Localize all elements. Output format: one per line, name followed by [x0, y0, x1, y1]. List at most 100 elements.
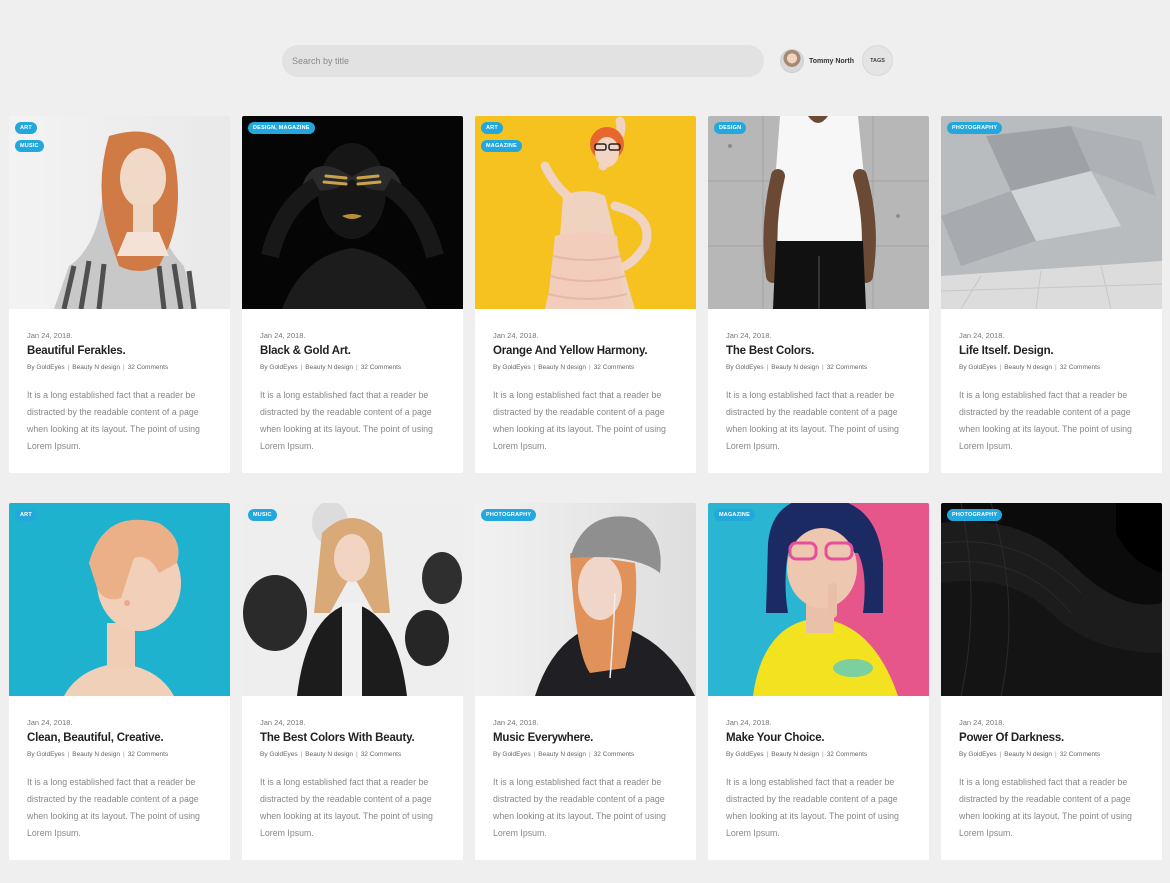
post-author[interactable]: By GoldEyes [726, 364, 764, 371]
post-title[interactable]: Clean, Beautiful, Creative. [27, 732, 164, 744]
post-title[interactable]: Orange And Yellow Harmony. [493, 345, 648, 357]
tag-badge[interactable]: ART [481, 122, 503, 134]
post-category[interactable]: Beauty N design [1004, 364, 1052, 371]
post-title[interactable]: Make Your Choice. [726, 732, 825, 744]
tag-badge[interactable]: PHOTOGRAPHY [481, 509, 537, 521]
post-comments[interactable]: 32 Comments [594, 364, 634, 371]
tag-badge[interactable]: ART [15, 509, 37, 521]
article-image[interactable] [941, 116, 1162, 309]
post-category[interactable]: Beauty N design [72, 364, 120, 371]
post-author[interactable]: By GoldEyes [27, 751, 65, 758]
tag-badge[interactable]: MAGAZINE [714, 509, 755, 521]
avatar[interactable] [780, 49, 804, 73]
post-comments[interactable]: 32 Comments [361, 364, 401, 371]
meta-separator: | [533, 364, 536, 371]
post-title[interactable]: Black & Gold Art. [260, 345, 351, 357]
post-comments[interactable]: 32 Comments [1060, 751, 1100, 758]
tag-badge[interactable]: ART [15, 122, 37, 134]
tag-badge[interactable]: MUSIC [15, 140, 44, 152]
article-card: MAGAZINE Jan 24, 2018. Make Your Choice.… [708, 503, 929, 860]
post-category[interactable]: Beauty N design [305, 364, 353, 371]
tags-button[interactable]: TAGS [862, 45, 893, 76]
post-comments[interactable]: 32 Comments [1060, 364, 1100, 371]
post-category[interactable]: Beauty N design [771, 751, 819, 758]
post-title[interactable]: Power Of Darkness. [959, 732, 1064, 744]
post-comments[interactable]: 32 Comments [361, 751, 401, 758]
post-comments[interactable]: 32 Comments [594, 751, 634, 758]
post-meta: By GoldEyes | Beauty N design | 32 Comments [726, 364, 867, 371]
article-card: DESIGN Jan 24, 2018. The Best Colors. By… [708, 116, 929, 473]
meta-separator: | [1054, 751, 1057, 758]
tag-badge[interactable]: MUSIC [248, 509, 277, 521]
article-image[interactable] [242, 503, 463, 696]
post-meta: By GoldEyes | Beauty N design | 32 Comments [260, 751, 401, 758]
post-comments[interactable]: 32 Comments [827, 751, 867, 758]
post-author[interactable]: By GoldEyes [959, 364, 997, 371]
post-title[interactable]: Music Everywhere. [493, 732, 593, 744]
tag-list: ART MUSIC [15, 122, 44, 152]
meta-separator: | [588, 751, 591, 758]
post-comments[interactable]: 32 Comments [827, 364, 867, 371]
post-date: Jan 24, 2018. [260, 718, 306, 727]
tag-badge[interactable]: DESIGN, MAGAZINE [248, 122, 315, 134]
post-date: Jan 24, 2018. [726, 718, 772, 727]
post-author[interactable]: By GoldEyes [493, 364, 531, 371]
article-image[interactable] [941, 503, 1162, 696]
article-card: ART MUSIC Jan 24, 2018. Beautiful Ferakl… [9, 116, 230, 473]
post-title[interactable]: The Best Colors With Beauty. [260, 732, 415, 744]
post-meta: By GoldEyes | Beauty N design | 32 Comments [726, 751, 867, 758]
article-image[interactable] [9, 503, 230, 696]
tag-badge[interactable]: PHOTOGRAPHY [947, 122, 1003, 134]
post-author[interactable]: By GoldEyes [27, 364, 65, 371]
tag-badge[interactable]: DESIGN [714, 122, 747, 134]
post-date: Jan 24, 2018. [493, 718, 539, 727]
post-category[interactable]: Beauty N design [1004, 751, 1052, 758]
article-card: DESIGN, MAGAZINE Jan 24, 2018. Black & G… [242, 116, 463, 473]
post-category[interactable]: Beauty N design [771, 364, 819, 371]
article-image[interactable] [242, 116, 463, 309]
meta-separator: | [766, 364, 769, 371]
post-author[interactable]: By GoldEyes [959, 751, 997, 758]
user-profile[interactable]: Tommy North [780, 49, 854, 73]
meta-separator: | [1054, 364, 1057, 371]
post-date: Jan 24, 2018. [260, 331, 306, 340]
post-excerpt: It is a long established fact that a rea… [27, 390, 200, 451]
post-excerpt: It is a long established fact that a rea… [726, 777, 899, 838]
meta-separator: | [533, 751, 536, 758]
post-title[interactable]: Beautiful Ferakles. [27, 345, 126, 357]
post-meta: By GoldEyes | Beauty N design | 32 Comments [959, 364, 1100, 371]
post-date: Jan 24, 2018. [726, 331, 772, 340]
post-date: Jan 24, 2018. [959, 718, 1005, 727]
article-card: MUSIC Jan 24, 2018. The Best Colors With… [242, 503, 463, 860]
post-category[interactable]: Beauty N design [305, 751, 353, 758]
post-author[interactable]: By GoldEyes [726, 751, 764, 758]
post-author[interactable]: By GoldEyes [493, 751, 531, 758]
meta-separator: | [999, 364, 1002, 371]
post-meta: By GoldEyes | Beauty N design | 32 Comments [260, 364, 401, 371]
article-image[interactable] [708, 116, 929, 309]
post-category[interactable]: Beauty N design [72, 751, 120, 758]
post-comments[interactable]: 32 Comments [128, 364, 168, 371]
post-category[interactable]: Beauty N design [538, 751, 586, 758]
post-excerpt: It is a long established fact that a rea… [260, 390, 433, 451]
post-title[interactable]: Life Itself. Design. [959, 345, 1054, 357]
post-excerpt: It is a long established fact that a rea… [726, 390, 899, 451]
post-author[interactable]: By GoldEyes [260, 751, 298, 758]
article-image[interactable] [475, 503, 696, 696]
article-card: PHOTOGRAPHY Jan 24, 2018. Power Of Darkn… [941, 503, 1162, 860]
search-input[interactable] [282, 45, 764, 77]
tag-list: ART MAGAZINE [481, 122, 522, 152]
post-comments[interactable]: 32 Comments [128, 751, 168, 758]
tag-badge[interactable]: MAGAZINE [481, 140, 522, 152]
tag-list: PHOTOGRAPHY [947, 122, 1003, 134]
article-image[interactable] [708, 503, 929, 696]
post-title[interactable]: The Best Colors. [726, 345, 814, 357]
meta-separator: | [300, 364, 303, 371]
tag-badge[interactable]: PHOTOGRAPHY [947, 509, 1003, 521]
meta-separator: | [300, 751, 303, 758]
post-category[interactable]: Beauty N design [538, 364, 586, 371]
tag-list: ART [15, 509, 37, 521]
post-excerpt: It is a long established fact that a rea… [27, 777, 200, 838]
post-author[interactable]: By GoldEyes [260, 364, 298, 371]
tag-list: PHOTOGRAPHY [481, 509, 537, 521]
